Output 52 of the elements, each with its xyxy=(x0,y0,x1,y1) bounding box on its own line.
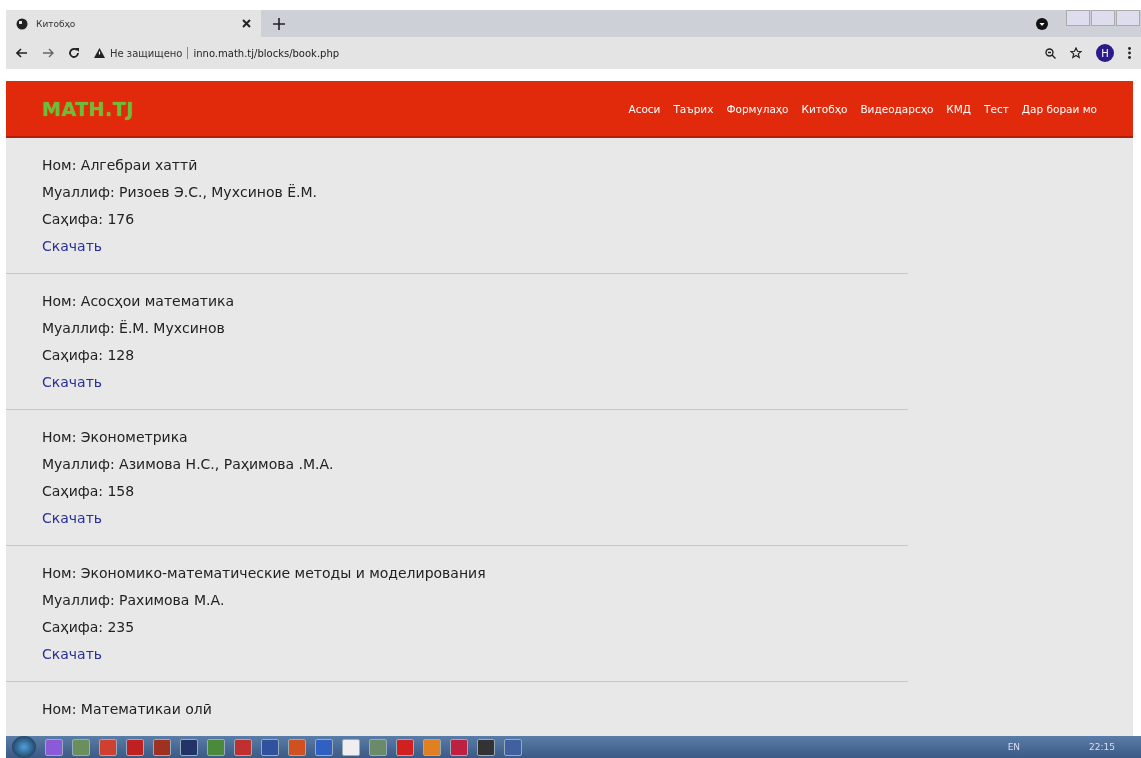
page-count: Саҳифа: 128 xyxy=(42,346,136,365)
security-label[interactable]: Не защищено xyxy=(110,47,183,59)
app-icon[interactable] xyxy=(126,738,144,756)
app-icon[interactable] xyxy=(450,738,468,756)
warning-icon[interactable] xyxy=(94,48,105,58)
download-link[interactable]: Скачать xyxy=(42,374,103,390)
clock[interactable]: 22:15 xyxy=(1089,742,1115,752)
app-icon[interactable] xyxy=(342,738,360,756)
menu-icon[interactable] xyxy=(1128,47,1131,59)
profile-avatar[interactable]: H xyxy=(1096,44,1114,62)
app-icon[interactable] xyxy=(315,738,333,756)
reload-icon[interactable] xyxy=(68,47,80,59)
page-count: Саҳифа: 235 xyxy=(42,618,136,637)
browser-tab[interactable]: Китобҳо xyxy=(6,10,261,37)
page-count: Саҳифа: 158 xyxy=(42,482,136,501)
book-title: Ном: Эконометрика xyxy=(42,428,189,447)
back-icon[interactable] xyxy=(16,48,28,58)
app-icon[interactable] xyxy=(396,738,414,756)
nav-link[interactable]: Тест xyxy=(984,102,1009,115)
book-title: Ном: Математикаи олӣ xyxy=(42,700,213,719)
app-icon[interactable] xyxy=(180,738,198,756)
download-link[interactable]: Скачать xyxy=(42,238,103,254)
book-title: Ном: Экономико-математические методы и моделирования xyxy=(42,564,487,583)
download-link[interactable]: Скачать xyxy=(42,510,103,526)
address-field[interactable]: inno.math.tj/blocks/book.php xyxy=(193,47,340,59)
nav-link[interactable]: Китобҳо xyxy=(801,102,848,115)
nav-link[interactable]: Видеодарсҳо xyxy=(860,102,934,115)
nav-link[interactable]: Дар бораи мо xyxy=(1021,102,1097,115)
zoom-out-icon[interactable] xyxy=(1045,47,1056,59)
book-author: Муаллиф: Ризоев Э.С., Мухсинов Ё.М. xyxy=(42,183,318,202)
book-title: Ном: Асосҳои математика xyxy=(42,292,236,311)
book-title: Ном: Алгебраи хаттӣ xyxy=(42,156,199,175)
app-icon[interactable] xyxy=(477,738,495,756)
nav-link[interactable]: Асоси xyxy=(628,102,661,115)
app-icon[interactable] xyxy=(261,738,279,756)
page-count: Саҳифа: 176 xyxy=(42,210,136,229)
book-author: Муаллиф: Ё.М. Мухсинов xyxy=(42,319,226,338)
forward-icon[interactable] xyxy=(42,48,54,58)
start-button[interactable] xyxy=(12,736,36,758)
download-link[interactable]: Скачать xyxy=(42,646,103,662)
language-indicator[interactable]: EN xyxy=(1007,742,1021,752)
star-icon[interactable] xyxy=(1070,47,1082,59)
nav-link[interactable]: Формулаҳо xyxy=(726,102,789,115)
close-icon[interactable] xyxy=(242,19,251,28)
nav-link[interactable]: КМД xyxy=(946,102,972,115)
new-tab-icon[interactable] xyxy=(273,17,285,30)
book-author: Муаллиф: Рахимова М.А. xyxy=(42,591,226,610)
book-author: Муаллиф: Азимова Н.С., Раҳимова .М.А. xyxy=(42,455,335,474)
app-icon[interactable] xyxy=(153,738,171,756)
nav-link[interactable]: Таърих xyxy=(673,102,714,115)
app-icon[interactable] xyxy=(504,738,522,756)
app-icon[interactable] xyxy=(234,738,252,756)
